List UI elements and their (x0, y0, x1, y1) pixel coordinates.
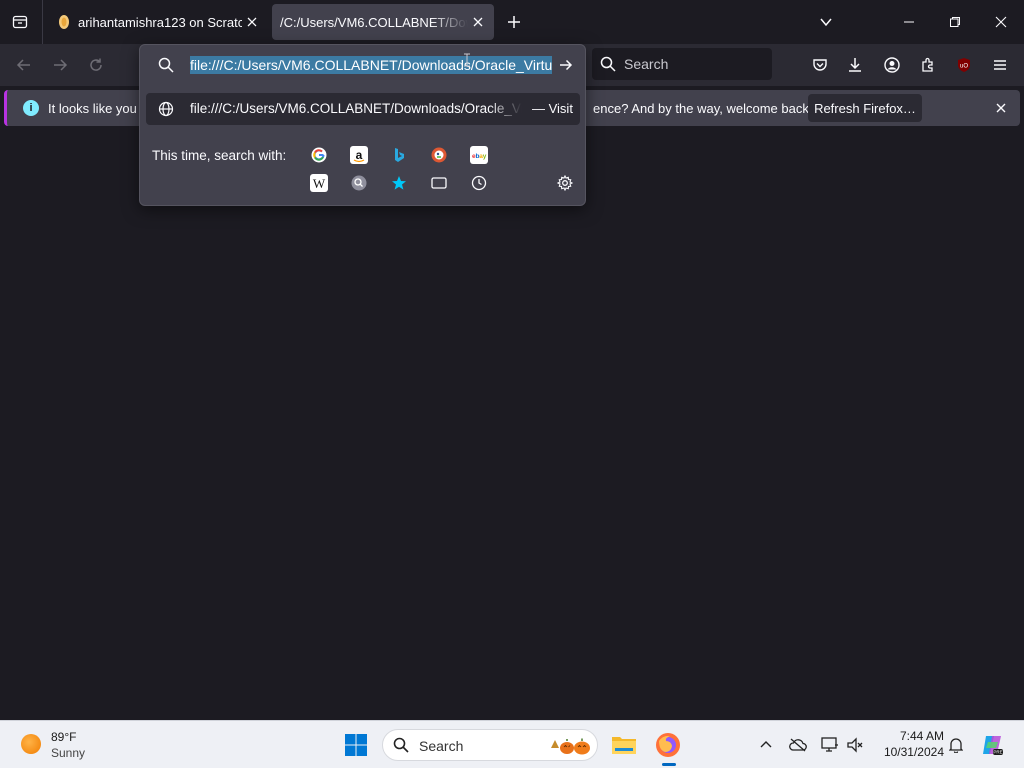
active-app-indicator (662, 763, 676, 766)
scratch-favicon-icon (56, 14, 72, 30)
tab-strip: arihantamishra123 on Scratch /C:/Users/V… (0, 0, 1024, 44)
info-icon: i (23, 100, 39, 116)
menu-icon[interactable] (988, 53, 1012, 77)
wikipedia-icon[interactable]: W (310, 174, 328, 192)
url-input[interactable]: file:///C:/Users/VM6.COLLABNET/Downloads… (140, 45, 585, 85)
notification-message-end: ence? And by the way, welcome back! (593, 101, 813, 116)
svg-text:PRE: PRE (993, 750, 1002, 755)
minimize-icon[interactable] (894, 8, 924, 36)
duckduckgo-icon[interactable] (430, 146, 448, 164)
tab-title: /C:/Users/VM6.COLLABNET/Downloads/Oracle… (280, 14, 468, 30)
clock-date: 10/31/2024 (883, 745, 944, 759)
search-placeholder: Search (624, 56, 669, 72)
url-text[interactable]: file:///C:/Users/VM6.COLLABNET/Downloads… (190, 55, 552, 75)
globe-icon (158, 101, 174, 117)
reload-icon[interactable] (84, 53, 108, 77)
close-tab-icon[interactable] (242, 12, 262, 32)
search-icon (600, 56, 616, 72)
result-action: — Visit (532, 101, 573, 116)
ebay-icon[interactable]: ebay (470, 146, 488, 164)
windows-start-icon[interactable] (344, 733, 368, 757)
taskbar-search-label: Search (419, 738, 464, 754)
tab-separator (42, 0, 43, 44)
extensions-icon[interactable] (916, 53, 940, 77)
network-muted-icon[interactable] (845, 735, 865, 755)
search-icon (158, 57, 174, 73)
taskbar-search[interactable]: Search (382, 729, 598, 761)
account-icon[interactable] (880, 53, 904, 77)
tab-scratch[interactable]: arihantamishra123 on Scratch (48, 4, 268, 40)
close-window-icon[interactable] (986, 8, 1016, 36)
result-url: file:///C:/Users/VM6.COLLABNET/Downloads… (190, 101, 522, 116)
go-arrow-icon[interactable] (556, 55, 576, 75)
restore-icon[interactable] (940, 8, 970, 36)
search-engine-icon[interactable] (350, 174, 368, 192)
list-all-tabs-icon[interactable] (811, 8, 841, 36)
bookmarks-icon[interactable] (390, 174, 408, 192)
amazon-icon[interactable]: a (350, 146, 368, 164)
urlbar-dropdown: file:///C:/Users/VM6.COLLABNET/Downloads… (139, 44, 586, 206)
search-settings-gear-icon[interactable] (556, 174, 574, 192)
copilot-icon[interactable]: PRE (980, 733, 1004, 757)
chevron-up-icon[interactable] (756, 735, 776, 755)
svg-text:a: a (356, 148, 363, 162)
file-explorer-icon[interactable] (608, 729, 640, 761)
urlbar-result-visit[interactable]: file:///C:/Users/VM6.COLLABNET/Downloads… (146, 93, 580, 125)
new-tab-icon[interactable] (502, 10, 526, 34)
windows-taskbar: 89°F Sunny Search 7:44 AM 10/31/2024 PRE (0, 720, 1024, 768)
search-bar[interactable]: Search (592, 48, 772, 80)
downloads-icon[interactable] (843, 53, 867, 77)
google-icon[interactable] (310, 146, 328, 164)
sun-icon[interactable] (21, 734, 41, 754)
url-selected-text: file:///C:/Users/VM6.COLLABNET/Downloads… (190, 56, 552, 74)
tabs-icon[interactable] (430, 174, 448, 192)
back-icon[interactable] (12, 53, 36, 77)
system-clock[interactable]: 7:44 AM 10/31/2024 (876, 728, 944, 760)
firefox-taskbar-icon[interactable] (652, 729, 684, 761)
tab-overview-icon[interactable] (8, 10, 32, 34)
weather-condition[interactable]: Sunny (51, 746, 85, 760)
tab-file-path[interactable]: /C:/Users/VM6.COLLABNET/Downloads/Oracle… (272, 4, 494, 40)
svg-text:uO: uO (960, 64, 968, 70)
refresh-firefox-button[interactable]: Refresh Firefox… (808, 94, 922, 122)
halloween-pumpkins-icon (551, 738, 590, 755)
history-icon[interactable] (470, 174, 488, 192)
bing-icon[interactable] (390, 146, 408, 164)
close-notification-icon[interactable] (991, 98, 1011, 118)
pocket-icon[interactable] (808, 53, 832, 77)
text-cursor-icon (464, 53, 470, 67)
forward-icon[interactable] (48, 53, 72, 77)
svg-text:W: W (313, 176, 326, 191)
display-icon[interactable] (820, 735, 840, 755)
svg-text:y: y (483, 153, 487, 160)
ublock-origin-icon[interactable]: uO (952, 53, 976, 77)
clock-time: 7:44 AM (899, 729, 944, 743)
close-tab-icon[interactable] (468, 12, 488, 32)
tab-title: arihantamishra123 on Scratch (78, 14, 242, 30)
notifications-bell-icon[interactable] (946, 735, 966, 755)
cloud-offline-icon[interactable] (788, 735, 808, 755)
search-icon (393, 737, 409, 753)
weather-temperature[interactable]: 89°F (51, 730, 76, 744)
one-off-search-label: This time, search with: (152, 148, 287, 163)
